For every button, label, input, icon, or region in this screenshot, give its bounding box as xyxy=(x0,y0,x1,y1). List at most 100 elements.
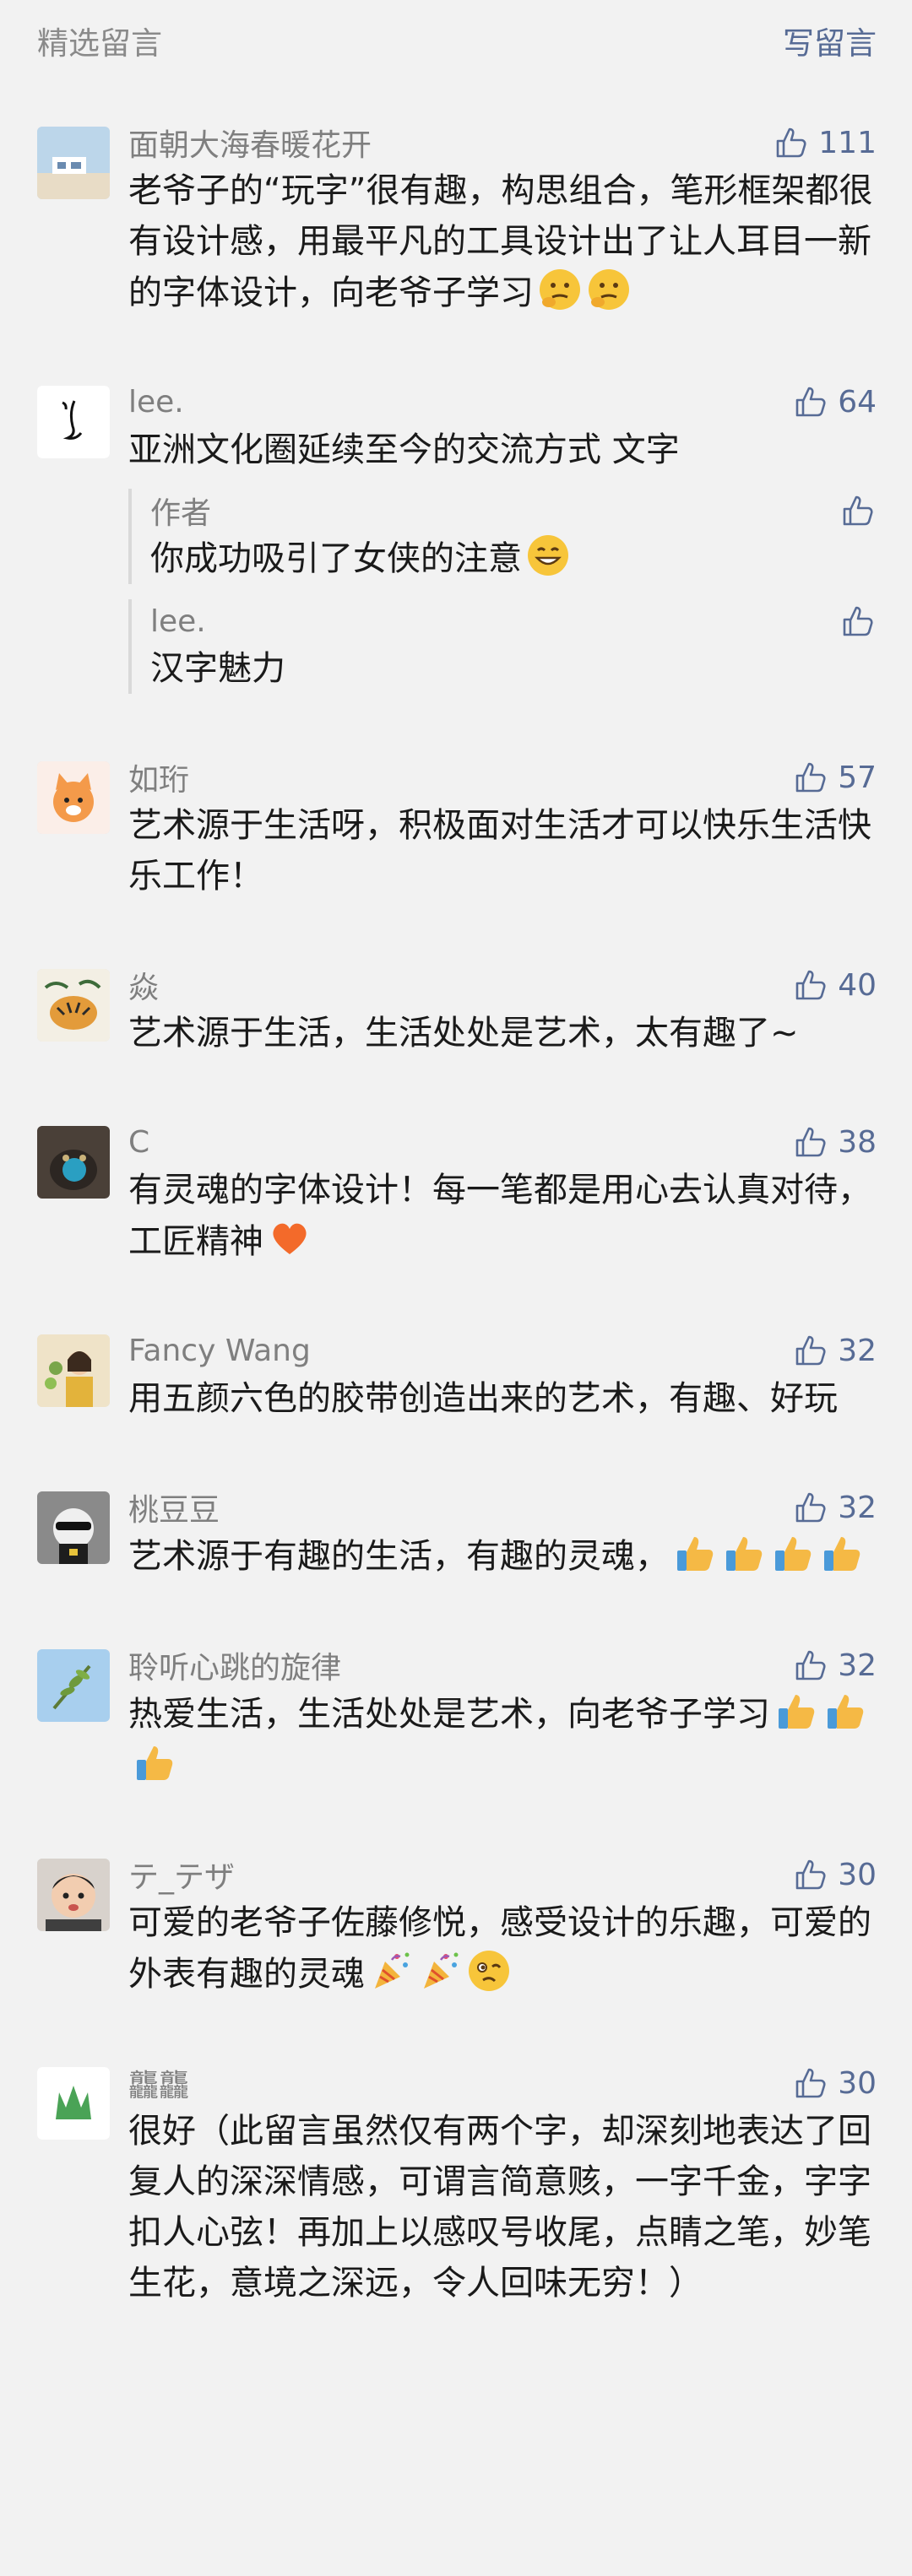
comment-item: Fancy Wang 32 用五颜六色的胶带创造出来的艺术，有趣、好玩 xyxy=(0,1328,912,1424)
reply-content: 你成功吸引了女侠的注意 xyxy=(150,533,877,584)
calligraphy-avatar[interactable] xyxy=(37,386,110,458)
like-count: 38 xyxy=(838,1124,877,1160)
nickname[interactable]: 如珩 xyxy=(128,755,189,799)
like-button[interactable]: 111 xyxy=(773,124,877,161)
comment-content: 老爷子的“玩字”很有趣，构思组合，笔形框架都很有设计感，用最平凡的工具设计出了让… xyxy=(128,171,873,312)
thumbs-up-outline-icon xyxy=(795,1650,826,1680)
thumbs-up-outline-icon xyxy=(795,1492,826,1523)
thumbs-up-outline-icon xyxy=(843,606,873,636)
comment-meta: 聆听心跳的旋律 32 xyxy=(128,1642,877,1688)
beach-house-avatar[interactable] xyxy=(37,127,110,199)
reply-meta: lee. xyxy=(150,599,877,643)
section-title: 精选留言 xyxy=(37,25,162,62)
tiger-painting-avatar[interactable] xyxy=(37,969,110,1042)
thumbs-up-emoji xyxy=(822,1688,868,1734)
reply-item: lee. 汉字魅力 xyxy=(128,599,877,694)
party-popper-emoji xyxy=(368,1948,414,1994)
thumbs-up-emoji xyxy=(721,1530,767,1576)
thumbs-up-outline-icon xyxy=(795,387,826,417)
write-comment-button[interactable]: 写留言 xyxy=(783,18,877,63)
nickname[interactable]: 龘龘 xyxy=(128,2061,189,2105)
like-button[interactable]: 30 xyxy=(792,1856,877,1893)
reply-author: 作者 xyxy=(150,496,212,531)
like-button[interactable]: 32 xyxy=(792,1489,877,1526)
like-count: 40 xyxy=(838,967,877,1003)
like-count: 32 xyxy=(838,1333,877,1368)
dog-sunglasses-avatar[interactable] xyxy=(37,1491,110,1564)
reply-item: 作者 你成功吸引了女侠的注意 xyxy=(128,489,877,584)
comment-item: 焱 40 艺术源于生活，生活处处是艺术，太有趣了~ xyxy=(0,962,912,1058)
like-button[interactable]: 32 xyxy=(792,1332,877,1369)
comment-item: lee. 64 亚洲文化圈延续至今的交流方式 文字 作者 你成功吸引了女侠的注意… xyxy=(0,379,912,694)
comment-content: 艺术源于有趣的生活，有趣的灵魂， xyxy=(128,1530,877,1582)
grinning-face-emoji xyxy=(525,533,571,578)
like-count: 30 xyxy=(838,2065,877,2101)
reply-meta: 作者 xyxy=(150,489,877,533)
thumbs-up-outline-icon xyxy=(795,762,826,793)
comment-item: テ_テザ 30 可爱的老爷子佐藤修悦，感受设计的乐趣，可爱的外表有趣的灵魂 xyxy=(0,1852,912,2000)
nickname[interactable]: テ_テザ xyxy=(128,1853,235,1897)
comment-content: 用五颜六色的胶带创造出来的艺术，有趣、好玩 xyxy=(128,1379,838,1418)
like-button[interactable]: 64 xyxy=(792,383,877,420)
like-count: 64 xyxy=(838,384,877,419)
thinking-face-emoji xyxy=(586,267,632,312)
baby-avatar[interactable] xyxy=(37,1859,110,1931)
nickname[interactable]: 面朝大海春暖花开 xyxy=(128,121,372,165)
reply-author: lee. xyxy=(150,603,206,639)
nickname[interactable]: 焱 xyxy=(128,963,159,1007)
thumbs-up-emoji xyxy=(774,1688,819,1734)
like-count: 32 xyxy=(838,1648,877,1683)
like-button[interactable]: 30 xyxy=(792,2065,877,2102)
thumbs-up-outline-icon xyxy=(795,1335,826,1366)
comment-list: 面朝大海春暖花开 111 老爷子的“玩字”很有趣，构思组合，笔形框架都很有设计感… xyxy=(0,81,912,2308)
like-button[interactable]: 38 xyxy=(792,1123,877,1161)
comment-meta: 桃豆豆 32 xyxy=(128,1485,877,1530)
like-button[interactable]: 40 xyxy=(792,966,877,1004)
nickname[interactable]: lee. xyxy=(128,385,184,419)
reply-like-button[interactable] xyxy=(839,492,877,529)
comment-meta: テ_テザ 30 xyxy=(128,1852,877,1897)
reply-content: 汉字魅力 xyxy=(150,649,285,688)
comment-content: 艺术源于生活，生活处处是艺术，太有趣了~ xyxy=(128,1014,799,1053)
like-button[interactable]: 57 xyxy=(792,759,877,796)
comment-item: C 38 有灵魂的字体设计！每一笔都是用心去认真对待，工匠精神 xyxy=(0,1119,912,1267)
comment-meta: 焱 40 xyxy=(128,962,877,1008)
like-button[interactable]: 32 xyxy=(792,1647,877,1684)
like-count: 30 xyxy=(838,1857,877,1892)
comment-meta: 如珩 57 xyxy=(128,755,877,800)
thumbs-up-emoji xyxy=(132,1740,177,1785)
thumbs-up-outline-icon xyxy=(795,1127,826,1157)
nickname[interactable]: 桃豆豆 xyxy=(128,1486,220,1529)
thumbs-up-emoji xyxy=(672,1530,718,1576)
like-count: 32 xyxy=(838,1490,877,1525)
comment-item: 龘龘 30 很好（此留言虽然仅有两个字，却深刻地表达了回复人的深深情感，可谓言简… xyxy=(0,2060,912,2308)
comment-content: 可爱的老爷子佐藤修悦，感受设计的乐趣，可爱的外表有趣的灵魂 xyxy=(128,1903,871,1994)
reply-like-button[interactable] xyxy=(839,603,877,640)
dark-cat-avatar[interactable] xyxy=(37,1126,110,1199)
comment-meta: Fancy Wang 32 xyxy=(128,1328,877,1373)
cartoon-cat-avatar[interactable] xyxy=(37,761,110,834)
like-count: 111 xyxy=(818,125,877,160)
comment-item: 如珩 57 艺术源于生活呀，积极面对生活才可以快乐生活快乐工作！ xyxy=(0,755,912,901)
thumbs-up-emoji xyxy=(819,1530,865,1576)
girl-flowers-avatar[interactable] xyxy=(37,1334,110,1407)
nickname[interactable]: Fancy Wang xyxy=(128,1334,311,1368)
thumbs-up-outline-icon xyxy=(795,2068,826,2098)
thumbs-up-outline-icon xyxy=(795,1859,826,1890)
comment-content: 有灵魂的字体设计！每一笔都是用心去认真对待，工匠精神 xyxy=(128,1171,871,1261)
thumbs-up-outline-icon xyxy=(776,127,806,158)
thinking-face-emoji xyxy=(537,267,583,312)
nickname[interactable]: 聆听心跳的旋律 xyxy=(128,1643,341,1687)
comment-content: 热爱生活，生活处处是艺术，向老爷子学习 xyxy=(128,1688,877,1791)
nickname[interactable]: C xyxy=(128,1125,149,1160)
comment-meta: 面朝大海春暖花开 111 xyxy=(128,120,877,165)
grass-logo-avatar[interactable] xyxy=(37,2067,110,2140)
thumbs-up-outline-icon xyxy=(795,970,826,1000)
sky-branch-avatar[interactable] xyxy=(37,1649,110,1722)
comment-content: 亚洲文化圈延续至今的交流方式 文字 xyxy=(128,430,680,469)
party-popper-emoji xyxy=(417,1948,463,1994)
comment-item: 聆听心跳的旋律 32 热爱生活，生活处处是艺术，向老爷子学习 xyxy=(0,1642,912,1791)
comment-item: 面朝大海春暖花开 111 老爷子的“玩字”很有趣，构思组合，笔形框架都很有设计感… xyxy=(0,120,912,318)
thumbs-up-outline-icon xyxy=(843,495,873,526)
woozy-face-emoji xyxy=(466,1948,512,1994)
